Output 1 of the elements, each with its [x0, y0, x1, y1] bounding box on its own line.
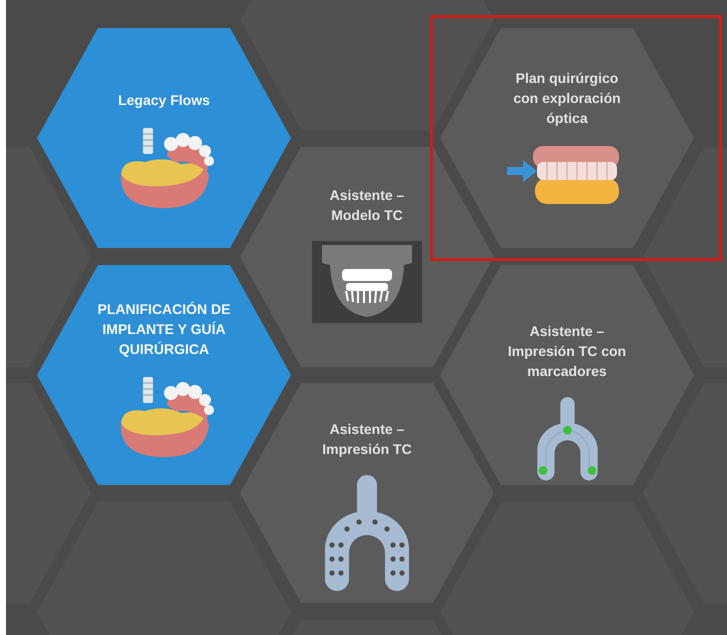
- panoramic-xray-icon: [312, 241, 422, 323]
